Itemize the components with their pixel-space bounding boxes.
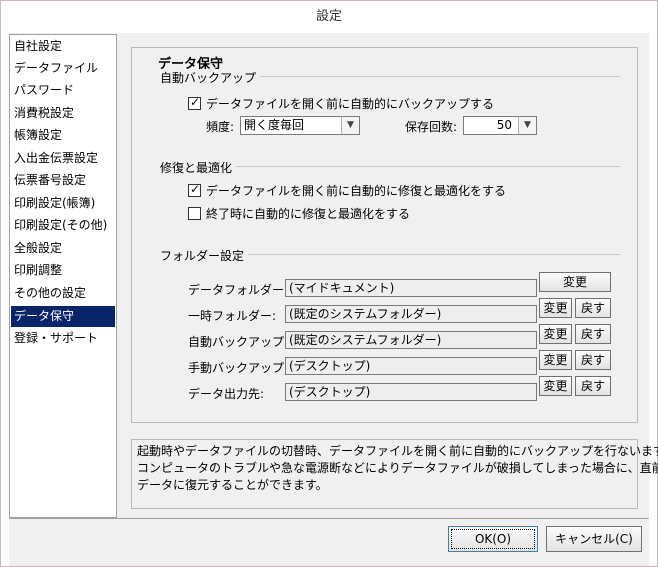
frequency-value: 開く度毎回 [244,118,305,132]
description-line: 起動時やデータファイルの切替時、データファイルを開く前に自動的にバックアップを行… [137,444,658,458]
sidebar-item-data-file[interactable]: データファイル [11,58,115,79]
manual-backup-folder-reset-button[interactable]: 戻す [575,350,611,370]
sidebar-item-print-other[interactable]: 印刷設定(その他) [11,215,115,236]
sidebar-item-cash-slip[interactable]: 入出金伝票設定 [11,148,115,169]
auto-backup-folder-label: 自動バックアップ: [188,335,289,349]
window-frame-right [649,33,657,566]
repair-section-label: 修復と最適化 [160,159,237,176]
sidebar-item-slip-number[interactable]: 伝票番号設定 [11,170,115,191]
chevron-down-icon[interactable]: ▼ [518,117,536,134]
settings-category-list[interactable]: 自社設定 データファイル パスワード 消費税設定 帳簿設定 入出金伝票設定 伝票… [9,34,117,518]
temp-folder-reset-button[interactable]: 戻す [575,298,611,318]
sidebar-item-other-settings[interactable]: その他の設定 [11,283,115,304]
settings-dialog: 設定 自社設定 データファイル パスワード 消費税設定 帳簿設定 入出金伝票設定… [0,0,658,567]
window-title: 設定 [1,1,657,33]
repair-before-open-checkbox[interactable]: ✓ [188,182,201,197]
auto-backup-folder-change-button[interactable]: 変更 [539,324,572,344]
data-folder-label: データフォルダー: [188,283,289,297]
data-output-folder-label: データ出力先: [188,387,265,401]
sidebar-item-registration-support[interactable]: 登録・サポート [11,328,115,349]
ok-button[interactable]: OK(O) [448,526,538,552]
temp-folder-change-button[interactable]: 変更 [539,298,572,318]
repair-on-exit-label[interactable]: 終了時に自動的に修復と最適化をする [206,205,410,222]
temp-folder-label: 一時フォルダー: [188,309,277,323]
auto-backup-folder-path: (既定のシステムフォルダー) [285,331,537,349]
sidebar-item-general[interactable]: 全般設定 [11,238,115,259]
auto-backup-section-label: 自動バックアップ [160,69,261,86]
sidebar-item-password[interactable]: パスワード [11,80,115,101]
data-folder-path: (マイドキュメント) [285,279,537,297]
sidebar-item-print-ledger[interactable]: 印刷設定(帳簿) [11,193,115,214]
auto-backup-checkbox[interactable]: ✓ [188,95,201,110]
backup-count-label: 保存回数: [405,120,458,134]
repair-before-open-label[interactable]: データファイルを開く前に自動的に修復と最適化をする [206,182,506,199]
folder-section-label: フォルダー設定 [160,247,249,264]
backup-count-select[interactable]: 50 ▼ [463,116,537,135]
temp-folder-path: (既定のシステムフォルダー) [285,305,537,323]
description-box: 起動時やデータファイルの切替時、データファイルを開く前に自動的にバックアップを行… [131,439,658,509]
manual-backup-folder-change-button[interactable]: 変更 [539,350,572,370]
data-folder-change-button[interactable]: 変更 [539,272,611,292]
settings-content-panel: データ保守 自動バックアップ ✓ データファイルを開く前に自動的にバックアップす… [118,34,658,518]
manual-backup-folder-path: (デスクトップ) [285,357,537,375]
repair-on-exit-checkbox[interactable] [188,207,201,220]
check-mark-icon: ✓ [190,182,201,196]
chevron-down-icon[interactable]: ▼ [341,117,359,134]
footer-divider [9,518,649,519]
sidebar-item-print-adjust[interactable]: 印刷調整 [11,260,115,281]
description-line: データに復元することができます。 [137,478,328,492]
auto-backup-checkbox-label[interactable]: データファイルを開く前に自動的にバックアップする [206,95,494,112]
frequency-label: 頻度: [206,120,235,134]
check-mark-icon: ✓ [190,95,201,109]
manual-backup-folder-label: 手動バックアップ: [188,361,289,375]
data-output-folder-reset-button[interactable]: 戻す [575,376,611,396]
window-frame-left [1,33,9,566]
auto-backup-folder-reset-button[interactable]: 戻す [575,324,611,344]
data-output-folder-path: (デスクトップ) [285,383,537,401]
frequency-select[interactable]: 開く度毎回 ▼ [240,116,360,135]
data-maintenance-group: データ保守 自動バックアップ ✓ データファイルを開く前に自動的にバックアップす… [131,47,638,423]
data-output-folder-change-button[interactable]: 変更 [539,376,572,396]
sidebar-item-data-maintenance[interactable]: データ保守 [11,306,115,327]
backup-count-value: 50 [496,118,512,132]
sidebar-item-company[interactable]: 自社設定 [11,36,115,57]
description-line: コンピュータのトラブルや急な電源断などによりデータファイルが破損してしまった場合… [137,461,658,475]
sidebar-item-consumption-tax[interactable]: 消費税設定 [11,103,115,124]
cancel-button[interactable]: キャンセル(C) [546,526,642,552]
sidebar-item-ledger[interactable]: 帳簿設定 [11,125,115,146]
